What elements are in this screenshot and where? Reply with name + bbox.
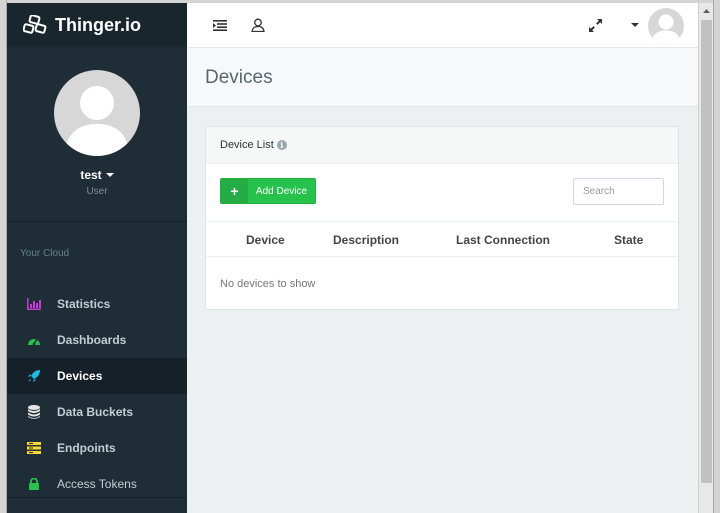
sidebar-item-dashboards[interactable]: Dashboards bbox=[7, 322, 187, 358]
endpoints-icon bbox=[27, 441, 41, 455]
search-input[interactable] bbox=[573, 178, 664, 205]
plus-icon: + bbox=[221, 179, 248, 203]
column-header-last-connection[interactable]: Last Connection bbox=[456, 233, 550, 247]
sidebar-item-endpoints[interactable]: Endpoints bbox=[7, 430, 187, 466]
user-silhouette-icon bbox=[64, 86, 130, 156]
table-header: Device Description Last Connection State bbox=[206, 222, 678, 257]
panel-title: Device List bbox=[220, 139, 274, 151]
database-icon bbox=[27, 405, 41, 419]
user-silhouette-icon bbox=[651, 14, 681, 44]
user-profile: test User bbox=[7, 47, 187, 222]
avatar[interactable] bbox=[648, 8, 684, 44]
main-content: Devices Device List i + Add Device Devic… bbox=[187, 48, 698, 513]
user-icon[interactable] bbox=[250, 17, 266, 33]
user-name: test bbox=[80, 168, 102, 182]
user-name-dropdown[interactable]: test bbox=[80, 168, 114, 182]
top-navbar bbox=[187, 3, 698, 48]
sidebar-item-label: Access Tokens bbox=[57, 477, 137, 491]
column-header-state[interactable]: State bbox=[614, 233, 643, 247]
column-header-description[interactable]: Description bbox=[333, 233, 399, 247]
vertical-scrollbar[interactable] bbox=[698, 3, 713, 513]
window-left-border bbox=[0, 0, 7, 513]
brand-name: Thinger.io bbox=[55, 14, 142, 35]
caret-down-icon bbox=[105, 173, 114, 177]
scroll-up-arrow-icon[interactable] bbox=[699, 3, 714, 18]
page-title: Devices bbox=[205, 67, 273, 88]
sidebar-item-statistics[interactable]: Statistics bbox=[7, 286, 187, 322]
avatar[interactable] bbox=[54, 70, 140, 156]
lock-icon bbox=[27, 477, 41, 491]
sidebar-item-label: Data Buckets bbox=[57, 405, 134, 419]
page-header: Devices bbox=[187, 48, 698, 107]
user-role: User bbox=[86, 186, 108, 197]
chevron-down-icon[interactable] bbox=[627, 17, 643, 33]
rocket-icon bbox=[27, 369, 41, 383]
toggle-sidebar-icon[interactable] bbox=[212, 17, 228, 33]
fullscreen-icon[interactable] bbox=[587, 17, 603, 33]
sidebar-item-label: Dashboards bbox=[57, 333, 127, 347]
window-right-border bbox=[713, 0, 720, 513]
brand[interactable]: Thinger.io bbox=[7, 3, 187, 47]
thinger-logo-icon bbox=[23, 15, 47, 34]
info-icon[interactable]: i bbox=[276, 140, 287, 150]
sidebar-item-label: Devices bbox=[57, 369, 103, 383]
sidebar: Thinger.io test User Your Cloud Statisti… bbox=[7, 3, 187, 513]
add-device-button[interactable]: + Add Device bbox=[220, 178, 316, 204]
sidebar-item-devices[interactable]: Devices bbox=[7, 358, 187, 394]
panel-heading: Device List i bbox=[206, 127, 678, 164]
gauge-icon bbox=[27, 333, 41, 347]
section-label-your-cloud: Your Cloud bbox=[20, 248, 70, 259]
sidebar-item-data-buckets[interactable]: Data Buckets bbox=[7, 394, 187, 430]
bar-chart-icon bbox=[27, 297, 41, 311]
panel-toolbar: + Add Device bbox=[206, 164, 678, 222]
add-device-label: Add Device bbox=[255, 185, 308, 197]
sidebar-footer bbox=[7, 497, 187, 513]
device-list-panel: Device List i + Add Device Device Descri… bbox=[205, 126, 679, 310]
column-header-device[interactable]: Device bbox=[246, 233, 285, 247]
sidebar-item-label: Endpoints bbox=[57, 441, 116, 455]
sidebar-item-label: Statistics bbox=[57, 297, 111, 311]
empty-table-message: No devices to show bbox=[220, 278, 316, 290]
scrollbar-thumb[interactable] bbox=[701, 20, 712, 483]
